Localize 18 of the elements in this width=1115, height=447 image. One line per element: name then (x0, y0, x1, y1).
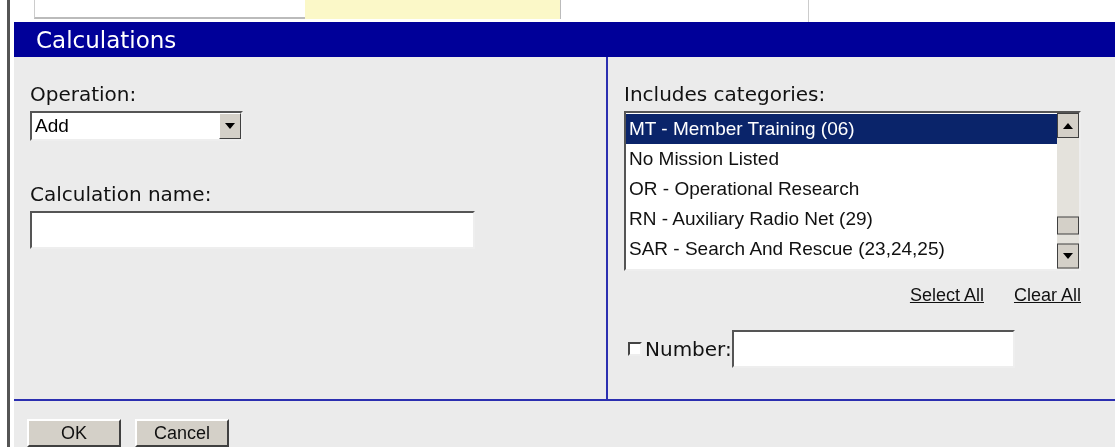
number-label: Number: (645, 336, 732, 362)
list-item[interactable]: MT - Member Training (06) (626, 114, 1057, 144)
cancel-button[interactable]: Cancel (135, 419, 229, 447)
number-field[interactable] (731, 330, 1015, 368)
operation-select[interactable]: Add (30, 111, 243, 141)
scrollbar-drawing[interactable] (1057, 113, 1079, 269)
link[interactable]: Clear All (1013, 285, 1081, 306)
calculation-name-field[interactable] (30, 211, 475, 249)
ok-button[interactable]: OK (27, 419, 121, 447)
categories-label: Includes categories: (624, 81, 827, 107)
text-field[interactable] (34, 0, 305, 19)
panel-title: Calculations (36, 26, 177, 53)
checkbox[interactable] (628, 342, 642, 356)
link[interactable]: Select All (909, 285, 984, 306)
categories-listbox[interactable]: MT - Member Training (06) No Mission Listed OR - Operational Research RN - Auxiliary Radio Net (29) SAR - Search And Rescue (23,24,25) (624, 111, 1081, 271)
calculation-name-label: Calculation name: (30, 181, 213, 207)
operation-label: Operation: (30, 81, 138, 107)
text-field[interactable] (305, 0, 561, 19)
